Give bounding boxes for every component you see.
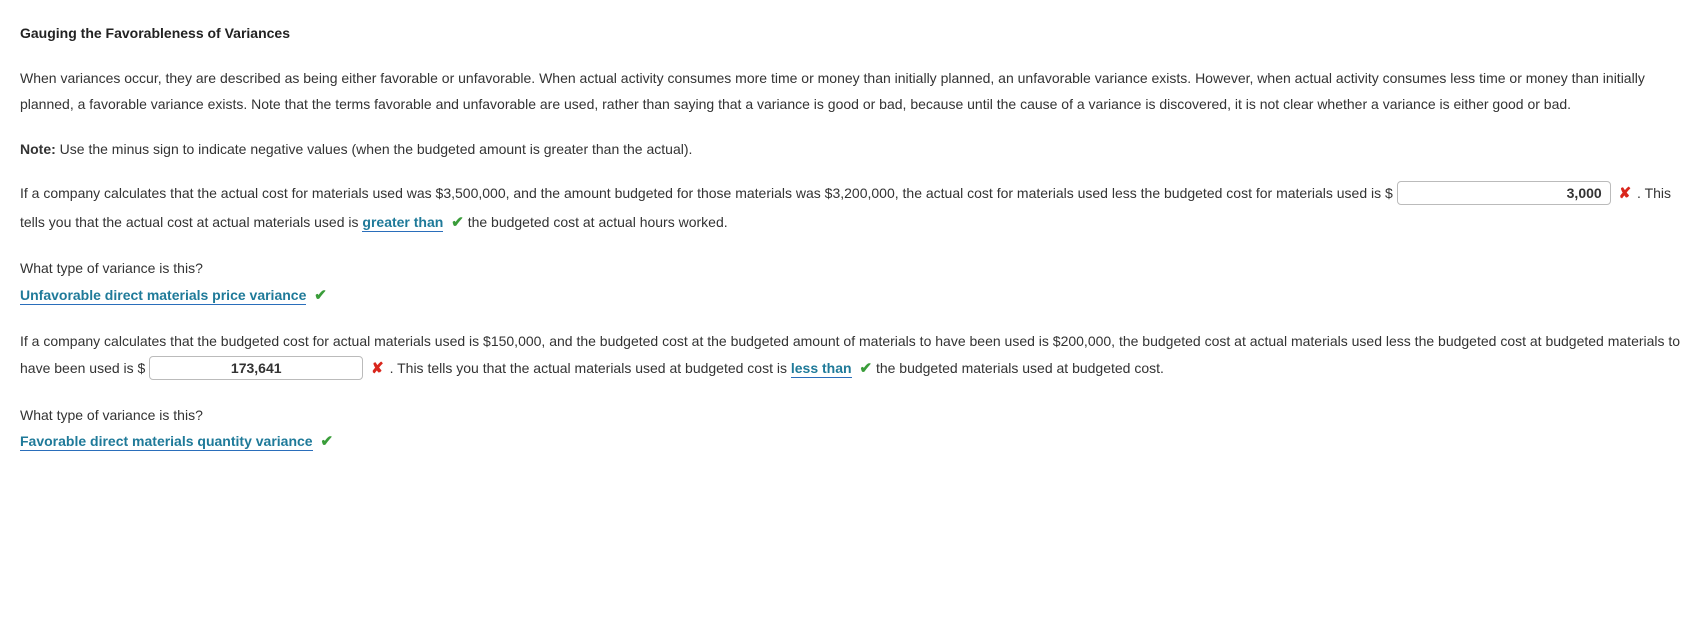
- note-label: Note:: [20, 141, 56, 157]
- q1-type-question: What type of variance is this?: [20, 255, 1685, 282]
- check-icon: ✔: [314, 287, 327, 304]
- q2-type-answer-row: Favorable direct materials quantity vari…: [20, 428, 1685, 457]
- check-icon: ✔: [859, 360, 872, 377]
- q1-text-after: the budgeted cost at actual hours worked…: [468, 214, 728, 230]
- q2-comparison-dropdown[interactable]: less than: [791, 360, 852, 378]
- q1-amount-input[interactable]: [1397, 181, 1611, 205]
- q2-amount-input[interactable]: [149, 356, 363, 380]
- q2-text-mid: . This tells you that the actual materia…: [390, 360, 791, 376]
- q2-text-after: the budgeted materials used at budgeted …: [876, 360, 1164, 376]
- q1-type-answer-row: Unfavorable direct materials price varia…: [20, 282, 1685, 311]
- section-heading: Gauging the Favorableness of Variances: [20, 20, 1685, 47]
- x-icon: ✘: [371, 360, 384, 377]
- question-1: If a company calculates that the actual …: [20, 180, 1685, 237]
- q1-comparison-dropdown[interactable]: greater than: [362, 214, 443, 232]
- intro-paragraph: When variances occur, they are described…: [20, 65, 1685, 118]
- note-text: Use the minus sign to indicate negative …: [56, 141, 693, 157]
- check-icon: ✔: [320, 433, 333, 450]
- q1-variance-type-dropdown[interactable]: Unfavorable direct materials price varia…: [20, 287, 306, 305]
- q2-variance-type-dropdown[interactable]: Favorable direct materials quantity vari…: [20, 433, 313, 451]
- q1-text-before-input: If a company calculates that the actual …: [20, 185, 1393, 201]
- x-icon: ✘: [1619, 185, 1632, 202]
- note-paragraph: Note: Use the minus sign to indicate neg…: [20, 136, 1685, 163]
- check-icon: ✔: [451, 214, 464, 231]
- q2-type-question: What type of variance is this?: [20, 402, 1685, 429]
- question-2: If a company calculates that the budgete…: [20, 328, 1685, 383]
